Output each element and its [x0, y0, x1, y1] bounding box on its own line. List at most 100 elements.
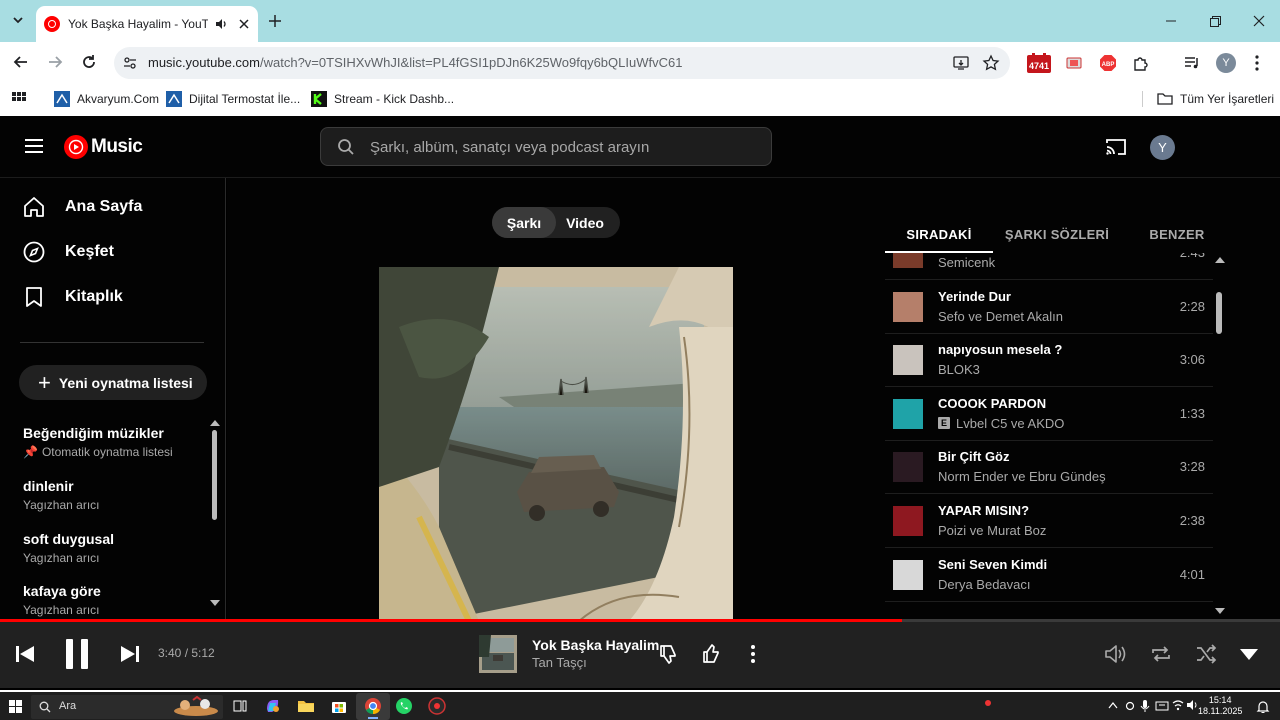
- close-tab-icon[interactable]: [238, 18, 250, 30]
- bookmark-akvaryum[interactable]: Akvaryum.Com: [54, 90, 159, 108]
- search-box[interactable]: Şarkı, albüm, sanatçı veya podcast arayı…: [320, 127, 772, 166]
- volume-icon: [1105, 645, 1126, 663]
- minimize-icon[interactable]: [1162, 12, 1180, 30]
- back-icon[interactable]: [11, 52, 31, 72]
- network-icon[interactable]: [1172, 699, 1184, 711]
- tab-related[interactable]: BENZER: [1139, 214, 1215, 254]
- new-tab-icon[interactable]: [266, 12, 284, 30]
- task-view-icon[interactable]: [231, 697, 249, 715]
- queue-item[interactable]: YAPAR MISIN? Poizi ve Murat Boz 2:38: [885, 495, 1213, 548]
- sidebar-item-explore[interactable]: Keşfet: [22, 239, 114, 265]
- forward-icon[interactable]: [45, 52, 65, 72]
- queue-scroll-down-icon[interactable]: [1215, 608, 1225, 614]
- queue-item[interactable]: Çıkmaz Bir SokaktaSemicenk2:43: [885, 253, 1213, 280]
- dislike-button[interactable]: [657, 642, 681, 666]
- repeat-button[interactable]: [1149, 642, 1173, 666]
- playlist-subtitle: Yagızhan arıcı: [23, 551, 100, 565]
- ytm-logo[interactable]: Music: [64, 135, 143, 159]
- queue-item[interactable]: napıyosun mesela ? BLOK3 3:06: [885, 334, 1213, 388]
- sidebar-item-home[interactable]: Ana Sayfa: [22, 194, 142, 220]
- restore-icon[interactable]: [1206, 12, 1224, 30]
- address-bar[interactable]: music.youtube.com/watch?v=0TSIHXvWhJI&li…: [114, 47, 1010, 79]
- playlist-item[interactable]: Beğendiğim müzikler 📌 Otomatik oynatma li…: [23, 425, 203, 459]
- now-playing-artist[interactable]: Tan Taşçı: [532, 655, 587, 670]
- reload-icon[interactable]: [79, 52, 99, 72]
- playlist-item[interactable]: dinlenir Yagızhan arıcı: [23, 478, 203, 512]
- queue-scrollbar-thumb[interactable]: [1216, 292, 1222, 334]
- taskbar-search[interactable]: Ara: [31, 695, 223, 719]
- sidebar-divider: [20, 342, 204, 343]
- audio-playing-icon[interactable]: [214, 17, 228, 31]
- previous-button[interactable]: [14, 643, 36, 665]
- tab-search-button[interactable]: [8, 10, 28, 30]
- volume-button[interactable]: [1104, 642, 1128, 666]
- browser-tab-active[interactable]: Yok Başka Hayalim - YouTube Music: [36, 6, 258, 42]
- next-button[interactable]: [119, 643, 141, 665]
- queue-scroll-up-icon[interactable]: [1215, 257, 1225, 263]
- more-options-button[interactable]: [745, 642, 761, 666]
- toggle-song[interactable]: Şarkı: [492, 207, 556, 238]
- profile-button[interactable]: Y: [1215, 52, 1237, 74]
- toggle-video[interactable]: Video: [552, 207, 618, 238]
- language-icon[interactable]: [1155, 699, 1169, 713]
- microphone-icon[interactable]: [1140, 699, 1150, 713]
- file-explorer-icon[interactable]: [297, 697, 315, 715]
- browser-menu-button[interactable]: [1250, 52, 1264, 74]
- queue-item[interactable]: COOOK PARDON E Lvbel C5 ve AKDO 1:33: [885, 388, 1213, 441]
- extension-2[interactable]: [1064, 52, 1084, 74]
- whatsapp-icon[interactable]: [395, 697, 413, 715]
- microsoft-store-icon[interactable]: [330, 697, 348, 715]
- new-playlist-label: Yeni oynatma listesi: [58, 374, 193, 391]
- queue-item-artist-text: BLOK3: [938, 362, 980, 378]
- tab-up-next[interactable]: SIRADAKİ: [885, 214, 993, 254]
- pause-icon: [66, 639, 88, 669]
- bookmark-star-icon[interactable]: [982, 54, 1000, 72]
- taskbar-search-label: Ara: [59, 700, 77, 712]
- like-button[interactable]: [700, 642, 724, 666]
- url-host: music.youtube.com: [148, 55, 260, 70]
- windows-start-icon[interactable]: [9, 700, 22, 713]
- media-controls-button[interactable]: [1182, 52, 1202, 74]
- scroll-down-arrow-icon[interactable]: [210, 600, 220, 606]
- extension-calendar[interactable]: 4741: [1026, 52, 1052, 74]
- playlist-item[interactable]: kafaya göre Yagızhan arıcı: [23, 583, 203, 617]
- copilot-icon[interactable]: [264, 697, 282, 715]
- hamburger-menu-icon[interactable]: [25, 138, 43, 154]
- site-info-icon[interactable]: [122, 55, 138, 71]
- bookmark-kick[interactable]: Stream - Kick Dashb...: [311, 90, 454, 108]
- now-playing-title[interactable]: Yok Başka Hayalim: [532, 637, 659, 653]
- taskbar-clock[interactable]: 15:14 18.11.2025: [1198, 695, 1242, 717]
- account-avatar[interactable]: Y: [1150, 135, 1175, 160]
- sidebar-scrollbar-thumb[interactable]: [212, 430, 217, 520]
- queue-item-artist-text: Poizi ve Murat Boz: [938, 523, 1047, 538]
- all-bookmarks[interactable]: Tüm Yer İşaretleri: [1157, 90, 1274, 108]
- sidebar-item-label: Kitaplık: [65, 288, 123, 305]
- tray-settings-icon[interactable]: [1124, 700, 1136, 712]
- queue-item-title: napıyosun mesela ?: [938, 342, 1063, 358]
- extension-adblock[interactable]: ABP: [1098, 52, 1118, 74]
- queue-item[interactable]: Seni Seven Kimdi Derya Bedavacı 4:01: [885, 549, 1213, 602]
- taskbar-chrome-active[interactable]: [356, 693, 390, 720]
- cast-icon[interactable]: [1105, 138, 1127, 156]
- shuffle-button[interactable]: [1194, 642, 1218, 666]
- sidebar-item-library[interactable]: Kitaplık: [22, 284, 123, 310]
- playlist-item[interactable]: soft duygusal Yagızhan arıcı: [23, 531, 203, 565]
- apps-grid-icon[interactable]: [11, 91, 27, 107]
- queue-item[interactable]: Yerinde Dur Sefo ve Demet Akalın 2:28: [885, 281, 1213, 334]
- queue-item[interactable]: Bir Çift Göz Norm Ender ve Ebru Gündeş 3:2…: [885, 441, 1213, 495]
- install-app-icon[interactable]: [952, 54, 970, 72]
- tab-lyrics[interactable]: ŞARKI SÖZLERİ: [997, 214, 1117, 254]
- recording-app-icon[interactable]: [428, 697, 446, 715]
- expand-player-button[interactable]: [1237, 642, 1261, 666]
- notification-bell-icon[interactable]: [1256, 700, 1270, 714]
- sidebar-item-label: Keşfet: [65, 243, 114, 260]
- playlist-subtitle: Yagızhan arıcı: [23, 498, 100, 512]
- tray-overflow-icon[interactable]: [1108, 701, 1118, 709]
- close-window-icon[interactable]: [1250, 12, 1268, 30]
- bookmark-termostat[interactable]: Dijital Termostat İle...: [166, 90, 300, 108]
- new-playlist-button[interactable]: + Yeni oynatma listesi: [19, 365, 207, 400]
- pause-button[interactable]: [62, 638, 92, 670]
- speaker-icon[interactable]: [1186, 699, 1198, 711]
- scroll-up-arrow-icon[interactable]: [210, 420, 220, 426]
- extensions-button[interactable]: [1131, 52, 1151, 74]
